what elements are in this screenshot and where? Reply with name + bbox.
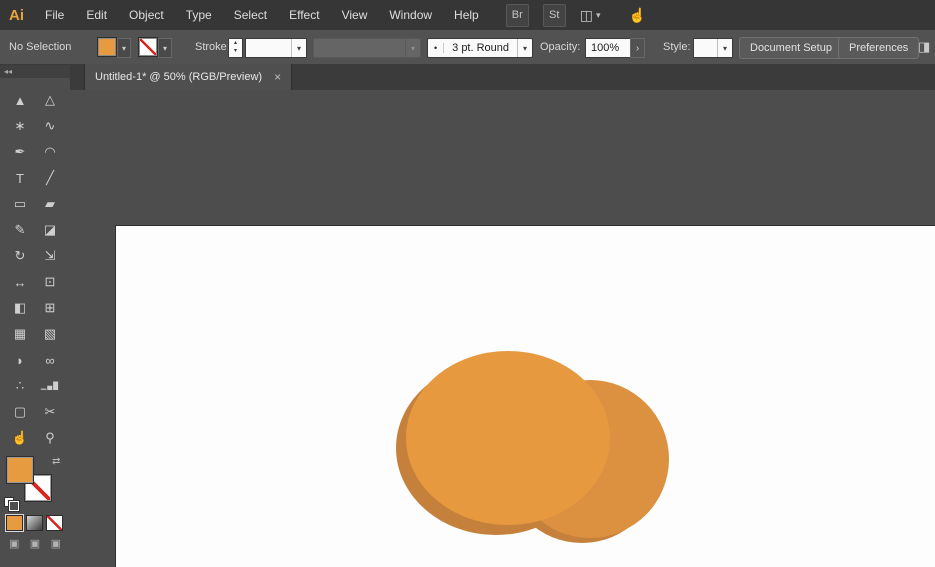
- perspective-grid-tool[interactable]: ⊞: [35, 295, 65, 321]
- stroke-weight-combo[interactable]: ▾: [245, 38, 307, 58]
- color-button[interactable]: [6, 515, 23, 531]
- menu-edit[interactable]: Edit: [75, 0, 118, 30]
- paintbrush-tool[interactable]: ▰: [35, 191, 65, 217]
- touch-workspace-icon[interactable]: ☝: [629, 7, 646, 24]
- stepper-down-icon[interactable]: ▾: [229, 47, 242, 55]
- draw-inside-icon[interactable]: ▣: [51, 537, 61, 550]
- free-transform-tool[interactable]: ⊡: [35, 269, 65, 295]
- document-tab[interactable]: Untitled-1* @ 50% (RGB/Preview) ×: [84, 64, 292, 90]
- default-fill-stroke-icon[interactable]: [4, 497, 20, 510]
- artboard-tool[interactable]: ▢: [5, 399, 35, 425]
- style-label: Style:: [663, 41, 691, 53]
- stepper-up-icon[interactable]: ▴: [229, 39, 242, 47]
- pen-tool[interactable]: ✒: [5, 139, 35, 165]
- zoom-tool[interactable]: ⚲: [35, 425, 65, 451]
- magic-wand-tool[interactable]: ∗: [5, 113, 35, 139]
- stroke-label[interactable]: Stroke:: [195, 41, 230, 53]
- tools-panel: ◂◂ ▲ △ ∗ ∿ ✒ ◠ T ╱ ▭ ▰ ✎ ◪ ↻ ⇲ ↔ ⊡ ◧ ⊞ ▦…: [0, 64, 71, 567]
- opacity-input[interactable]: 100%: [585, 38, 631, 58]
- combo-arrow-icon[interactable]: ▾: [717, 39, 732, 57]
- opacity-popout-arrow[interactable]: ›: [630, 38, 645, 58]
- hand-tool[interactable]: ☝: [5, 425, 35, 451]
- shape-builder-tool[interactable]: ◧: [5, 295, 35, 321]
- menu-help[interactable]: Help: [443, 0, 490, 30]
- brush-value: 3 pt. Round: [444, 42, 517, 54]
- document-tab-title: Untitled-1* @ 50% (RGB/Preview): [95, 71, 262, 83]
- graphic-style-combo[interactable]: ▾: [693, 38, 733, 58]
- panel-dock-icon[interactable]: ◨: [918, 39, 930, 55]
- opacity-value: 100%: [586, 42, 619, 54]
- gradient-tool[interactable]: ▧: [35, 321, 65, 347]
- variable-width-profile-combo: ▾: [313, 38, 421, 58]
- fill-swatch[interactable]: [7, 457, 33, 483]
- slice-tool[interactable]: ✂: [35, 399, 65, 425]
- close-icon[interactable]: ×: [274, 70, 281, 84]
- blend-tool[interactable]: ∞: [35, 347, 65, 373]
- workspace-icon: ◫: [580, 7, 593, 24]
- brush-bullet-icon: •: [428, 43, 444, 53]
- brush-definition-combo[interactable]: • 3 pt. Round ▾: [427, 38, 533, 58]
- fill-color-swatch[interactable]: [98, 38, 116, 56]
- fill-stroke-indicator: ⇄: [0, 455, 70, 511]
- direct-selection-tool[interactable]: △: [35, 87, 65, 113]
- rotate-tool[interactable]: ↻: [5, 243, 35, 269]
- color-mode-buttons: [0, 511, 70, 531]
- menu-effect[interactable]: Effect: [278, 0, 330, 30]
- cloud-main-ellipse[interactable]: [406, 351, 610, 525]
- pencil-tool[interactable]: ✎: [5, 217, 35, 243]
- stroke-weight-stepper[interactable]: ▴ ▾: [228, 38, 243, 58]
- combo-arrow-icon: ▾: [405, 39, 420, 57]
- width-tool[interactable]: ↔: [5, 269, 35, 295]
- artboard[interactable]: [115, 225, 935, 567]
- opacity-label[interactable]: Opacity:: [540, 41, 580, 53]
- symbol-sprayer-tool[interactable]: ∴: [5, 373, 35, 399]
- document-tab-strip: Untitled-1* @ 50% (RGB/Preview) ×: [70, 64, 935, 91]
- tools-grid: ▲ △ ∗ ∿ ✒ ◠ T ╱ ▭ ▰ ✎ ◪ ↻ ⇲ ↔ ⊡ ◧ ⊞ ▦ ▧ …: [0, 87, 70, 451]
- combo-arrow-icon[interactable]: ▾: [517, 39, 532, 57]
- canvas-pasteboard[interactable]: [70, 90, 935, 567]
- menu-file[interactable]: File: [34, 0, 75, 30]
- preferences-button[interactable]: Preferences: [838, 37, 919, 59]
- curvature-tool[interactable]: ◠: [35, 139, 65, 165]
- document-setup-button[interactable]: Document Setup: [739, 37, 843, 59]
- rectangle-tool[interactable]: ▭: [5, 191, 35, 217]
- menu-object[interactable]: Object: [118, 0, 175, 30]
- app-logo: Ai: [0, 7, 34, 24]
- control-bar: No Selection ▾ ▾ Stroke: ▴ ▾ ▾ ▾ • 3 pt.…: [0, 30, 935, 65]
- lasso-tool[interactable]: ∿: [35, 113, 65, 139]
- combo-arrow-icon[interactable]: ▾: [291, 39, 306, 57]
- drawing-mode-buttons: ▣ ▣ ▣: [0, 531, 70, 550]
- menu-view[interactable]: View: [331, 0, 379, 30]
- fill-dropdown-arrow[interactable]: ▾: [117, 38, 131, 58]
- eraser-tool[interactable]: ◪: [35, 217, 65, 243]
- stroke-color-swatch[interactable]: [139, 38, 157, 56]
- panel-collapse-icon[interactable]: ◂◂: [0, 65, 70, 78]
- menu-window[interactable]: Window: [378, 0, 443, 30]
- draw-behind-icon[interactable]: ▣: [30, 537, 40, 550]
- line-segment-tool[interactable]: ╱: [35, 165, 65, 191]
- chevron-down-icon: ▾: [596, 10, 601, 21]
- scale-tool[interactable]: ⇲: [35, 243, 65, 269]
- workspace-switcher[interactable]: ◫ ▾: [580, 7, 601, 24]
- stock-button[interactable]: St: [543, 4, 566, 27]
- draw-normal-icon[interactable]: ▣: [9, 537, 19, 550]
- illustrator-window: Ai File Edit Object Type Select Effect V…: [0, 0, 935, 567]
- bridge-button[interactable]: Br: [506, 4, 529, 27]
- type-tool[interactable]: T: [5, 165, 35, 191]
- none-button[interactable]: [46, 515, 63, 531]
- mesh-tool[interactable]: ▦: [5, 321, 35, 347]
- menu-select[interactable]: Select: [223, 0, 278, 30]
- gradient-button[interactable]: [26, 515, 43, 531]
- swap-fill-stroke-icon[interactable]: ⇄: [52, 456, 60, 467]
- selection-tool[interactable]: ▲: [5, 87, 35, 113]
- selection-status: No Selection: [9, 41, 71, 53]
- menu-bar: Ai File Edit Object Type Select Effect V…: [0, 0, 935, 30]
- artwork: [116, 226, 935, 567]
- menu-type[interactable]: Type: [175, 0, 223, 30]
- stroke-dropdown-arrow[interactable]: ▾: [158, 38, 172, 58]
- default-stroke-square: [9, 501, 19, 511]
- eyedropper-tool[interactable]: ◗: [5, 347, 35, 373]
- column-graph-tool[interactable]: ▁▄█: [35, 373, 65, 399]
